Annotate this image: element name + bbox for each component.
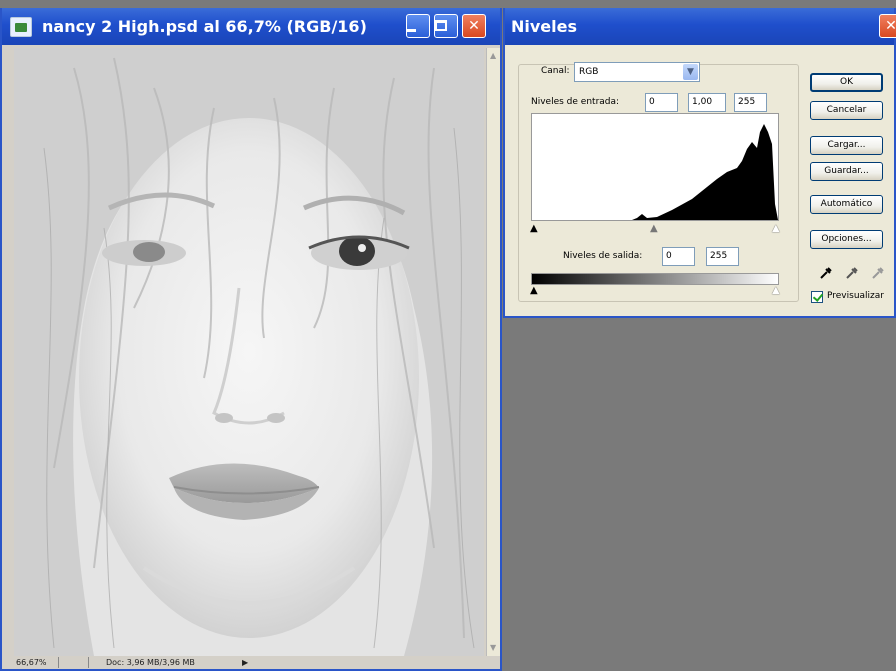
save-button[interactable]: Guardar... <box>810 162 883 181</box>
input-gamma-field[interactable]: 1,00 <box>688 93 726 112</box>
image-window-title: nancy 2 High.psd al 66,7% (RGB/16) <box>42 17 367 36</box>
ok-button[interactable]: OK <box>810 73 883 92</box>
document-size: Doc: 3,96 MB/3,96 MB <box>106 658 195 667</box>
maximize-icon <box>435 20 447 31</box>
gray-eyedropper-icon[interactable] <box>845 266 859 280</box>
input-black-field[interactable]: 0 <box>645 93 678 112</box>
white-output-slider[interactable]: ▲ <box>772 285 780 296</box>
preview-label: Previsualizar <box>827 291 884 301</box>
image-window: nancy 2 High.psd al 66,7% (RGB/16) ✕ ▲ ▼… <box>0 8 502 671</box>
minimize-button[interactable] <box>406 14 430 38</box>
white-eyedropper-icon[interactable] <box>871 266 885 280</box>
levels-dialog-title: Niveles <box>511 17 578 36</box>
close-window-button[interactable]: ✕ <box>462 14 486 38</box>
white-input-slider[interactable]: ▲ <box>772 223 780 234</box>
vertical-scrollbar[interactable]: ▲ ▼ <box>486 48 500 656</box>
histogram-graph <box>532 124 778 220</box>
levels-dialog: Niveles ✕ Canal: RGB ▼ Niveles de entrad… <box>503 8 896 318</box>
channel-select[interactable]: RGB ▼ <box>574 62 700 82</box>
cancel-button[interactable]: Cancelar <box>810 101 883 120</box>
histogram <box>531 113 779 221</box>
options-button[interactable]: Opciones... <box>810 230 883 249</box>
portrait-photo <box>14 48 484 656</box>
channel-label: Canal: <box>541 66 570 76</box>
maximize-button[interactable] <box>434 14 458 38</box>
scroll-up-icon[interactable]: ▲ <box>490 52 498 60</box>
output-black-field[interactable]: 0 <box>662 247 695 266</box>
black-output-slider[interactable]: ▲ <box>530 285 538 296</box>
close-icon: ✕ <box>885 18 896 34</box>
input-levels-label: Niveles de entrada: <box>531 97 620 107</box>
channel-value: RGB <box>579 67 599 77</box>
close-icon: ✕ <box>468 18 480 34</box>
document-icon <box>10 17 32 37</box>
output-white-field[interactable]: 255 <box>706 247 739 266</box>
status-bar: 66,67% Doc: 3,96 MB/3,96 MB ▶ <box>2 656 500 669</box>
auto-button[interactable]: Automático <box>810 195 883 214</box>
image-canvas[interactable] <box>14 48 484 656</box>
output-gradient-bar <box>531 273 779 285</box>
status-menu-arrow-icon[interactable]: ▶ <box>242 656 248 669</box>
levels-dialog-titlebar[interactable]: Niveles <box>505 8 894 45</box>
zoom-level[interactable]: 66,67% <box>16 656 47 669</box>
minimize-icon <box>407 29 416 32</box>
output-levels-label: Niveles de salida: <box>563 251 643 261</box>
gamma-input-slider[interactable]: ▲ <box>650 223 658 234</box>
scroll-down-icon[interactable]: ▼ <box>490 644 498 652</box>
photoshop-workspace: nancy 2 High.psd al 66,7% (RGB/16) ✕ ▲ ▼… <box>0 0 896 671</box>
status-divider <box>88 657 89 668</box>
close-dialog-button[interactable]: ✕ <box>879 14 896 38</box>
black-eyedropper-icon[interactable] <box>819 266 833 280</box>
black-input-slider[interactable]: ▲ <box>530 223 538 234</box>
input-white-field[interactable]: 255 <box>734 93 767 112</box>
chevron-down-icon[interactable]: ▼ <box>683 64 698 80</box>
status-divider <box>58 657 59 668</box>
load-button[interactable]: Cargar... <box>810 136 883 155</box>
preview-checkbox[interactable] <box>811 291 823 303</box>
